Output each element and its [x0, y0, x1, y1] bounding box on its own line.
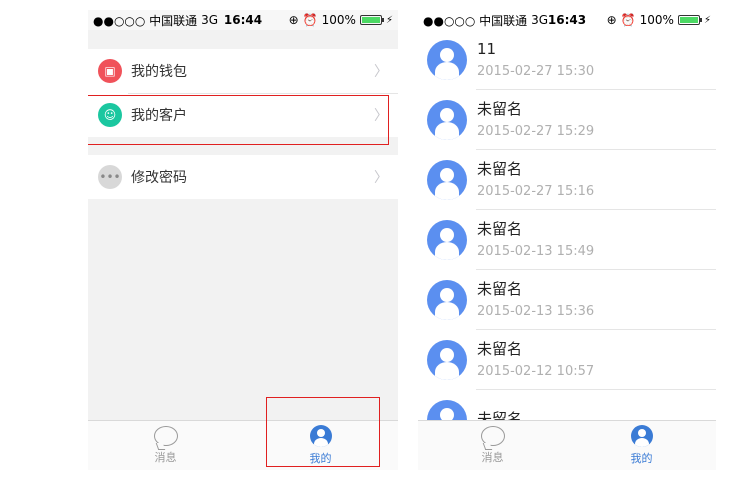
- status-bar: ●●○○○ 中国联通 3G 16:44 ⊕ ⏰ 100% ⚡: [88, 10, 398, 30]
- customer-list[interactable]: 11 2015-02-27 15:30 未留名 2015-02-27 15:29…: [418, 30, 716, 420]
- charging-icon: ⚡: [385, 14, 393, 26]
- profile-icon: [309, 425, 332, 447]
- menu-item-label: 修改密码: [131, 170, 187, 186]
- settings-body: ▣ 我的钱包 〉 ☺ 我的客户 〉 ••• 修改密码 〉: [88, 30, 398, 420]
- menu-group-security: ••• 修改密码 〉: [88, 155, 398, 199]
- tab-messages[interactable]: 消息: [418, 421, 567, 470]
- customer-name: 11: [477, 39, 497, 58]
- avatar-icon: [427, 340, 467, 380]
- more-icon: •••: [98, 165, 122, 189]
- user-icon: ☺: [98, 103, 122, 127]
- list-item[interactable]: 未留名 2015-02-13 15:36: [418, 270, 716, 330]
- alarm-icon: ⏰: [620, 13, 636, 27]
- wallet-icon: ▣: [98, 59, 122, 83]
- clock: 16:44: [223, 13, 263, 27]
- tab-bar: 消息 我的: [88, 420, 398, 470]
- tab-label: 消息: [154, 451, 177, 464]
- customer-name: 未留名: [477, 279, 523, 298]
- list-item[interactable]: 未留名 2015-02-12 10:57: [418, 330, 716, 390]
- rotation-lock-icon: ⊕: [288, 13, 299, 27]
- right-screen: ●●○○○ 中国联通 3G 16:43 ⊕ ⏰ 100% ⚡ 11 2015-0…: [418, 10, 716, 470]
- battery-icon: [359, 15, 384, 25]
- customer-name: 未留名: [477, 339, 523, 358]
- battery-percent: 100%: [639, 13, 674, 27]
- carrier-label: ●●○○○ 中国联通: [423, 13, 528, 28]
- avatar-icon: [427, 100, 467, 140]
- tab-messages[interactable]: 消息: [88, 421, 243, 470]
- customer-time: 2015-02-13 15:36: [477, 303, 595, 319]
- list-item[interactable]: 未留名: [418, 390, 716, 420]
- customer-time: 2015-02-13 15:49: [477, 243, 595, 259]
- avatar-icon: [427, 280, 467, 320]
- menu-group-account: ▣ 我的钱包 〉 ☺ 我的客户 〉: [88, 49, 398, 137]
- battery-percent: 100%: [321, 13, 356, 27]
- left-screen: ●●○○○ 中国联通 3G 16:44 ⊕ ⏰ 100% ⚡ ▣ 我的钱包 〉 …: [88, 10, 398, 470]
- list-item[interactable]: 未留名 2015-02-27 15:29: [418, 90, 716, 150]
- battery-icon: [677, 15, 702, 25]
- list-item[interactable]: 未留名 2015-02-27 15:16: [418, 150, 716, 210]
- profile-icon: [630, 425, 653, 447]
- avatar-icon: [427, 220, 467, 260]
- list-item[interactable]: 未留名 2015-02-13 15:49: [418, 210, 716, 270]
- alarm-icon: ⏰: [302, 13, 318, 27]
- tab-label: 我的: [309, 452, 332, 465]
- customer-name: 未留名: [477, 219, 523, 238]
- menu-item-label: 我的钱包: [131, 64, 187, 80]
- tab-me[interactable]: 我的: [567, 421, 716, 470]
- customer-time: 2015-02-27 15:29: [477, 123, 595, 139]
- menu-item-wallet[interactable]: ▣ 我的钱包 〉: [88, 49, 398, 93]
- rotation-lock-icon: ⊕: [606, 13, 617, 27]
- charging-icon: ⚡: [703, 14, 711, 26]
- menu-item-customers[interactable]: ☺ 我的客户 〉: [88, 93, 398, 137]
- chat-bubble-icon: [480, 426, 505, 446]
- tab-label: 我的: [630, 452, 653, 465]
- customer-time: 2015-02-27 15:30: [477, 63, 595, 79]
- menu-item-change-password[interactable]: ••• 修改密码 〉: [88, 155, 398, 199]
- customer-name: 未留名: [477, 99, 523, 118]
- customer-time: 2015-02-27 15:16: [477, 183, 595, 199]
- network-label: 3G: [201, 13, 219, 27]
- tab-bar: 消息 我的: [418, 420, 716, 470]
- network-label: 3G: [531, 13, 549, 27]
- chevron-right-icon: 〉: [374, 64, 388, 80]
- avatar-icon: [427, 160, 467, 200]
- clock: 16:43: [547, 13, 587, 27]
- carrier-label: ●●○○○ 中国联通: [93, 13, 198, 28]
- status-bar: ●●○○○ 中国联通 3G 16:43 ⊕ ⏰ 100% ⚡: [418, 10, 716, 30]
- chat-bubble-icon: [153, 426, 178, 446]
- tab-me[interactable]: 我的: [243, 421, 398, 470]
- customer-name: 未留名: [477, 159, 523, 178]
- chevron-right-icon: 〉: [374, 170, 388, 186]
- menu-item-label: 我的客户: [131, 108, 187, 124]
- customer-time: 2015-02-12 10:57: [477, 363, 595, 379]
- avatar-icon: [427, 400, 467, 420]
- tab-label: 消息: [481, 451, 504, 464]
- customer-name: 未留名: [477, 409, 523, 421]
- avatar-icon: [427, 40, 467, 80]
- chevron-right-icon: 〉: [374, 108, 388, 124]
- list-item[interactable]: 11 2015-02-27 15:30: [418, 30, 716, 90]
